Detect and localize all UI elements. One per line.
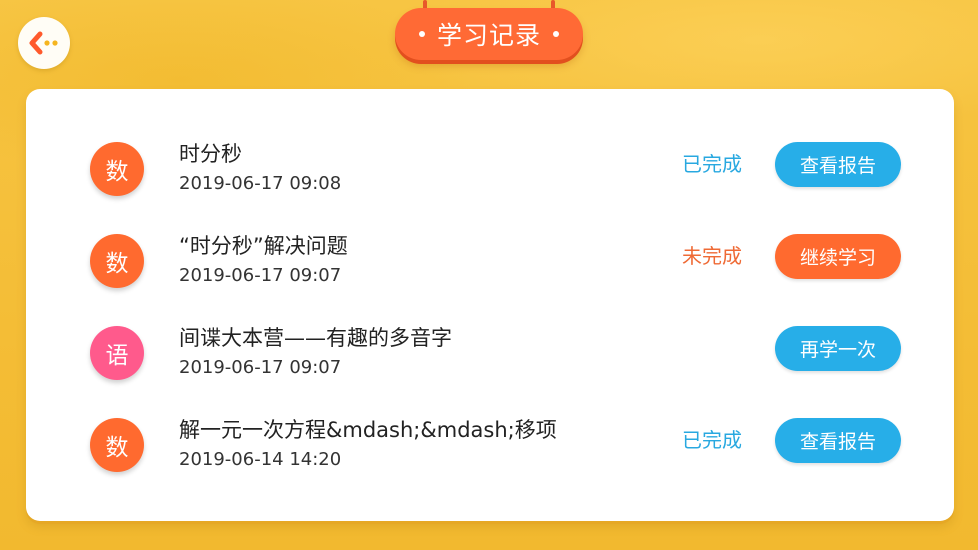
record-title: 解一元一次方程&mdash;&mdash;移项: [179, 418, 557, 442]
record-title: 时分秒: [179, 142, 242, 166]
status-completed: 已完成: [682, 428, 742, 452]
subject-badge-math: 数: [90, 418, 144, 472]
record-time: 2019-06-17 09:07: [179, 265, 342, 286]
view-report-button[interactable]: 查看报告: [775, 418, 901, 463]
record-time: 2019-06-17 09:07: [179, 357, 342, 378]
record-title: 间谍大本营——有趣的多音字: [179, 326, 452, 350]
continue-learning-button[interactable]: 继续学习: [775, 234, 901, 279]
title-pill: 学习记录: [395, 8, 583, 60]
record-title: “时分秒”解决问题: [179, 234, 348, 258]
learn-again-button[interactable]: 再学一次: [775, 326, 901, 371]
record-time: 2019-06-17 09:08: [179, 173, 342, 194]
title-dot-left: [418, 31, 425, 37]
status-incomplete: 未完成: [682, 244, 742, 268]
subject-badge-math: 数: [90, 234, 144, 288]
back-button[interactable]: [18, 17, 70, 69]
title-banner: 学习记录: [395, 0, 583, 64]
view-report-button[interactable]: 查看报告: [775, 142, 901, 187]
title-dot-right: [553, 31, 559, 37]
record-row: 数 解一元一次方程&mdash;&mdash;移项 2019-06-14 14:…: [26, 394, 954, 486]
records-card: 数 时分秒 2019-06-17 09:08 已完成 查看报告 数 “时分秒”解…: [26, 89, 954, 521]
status-completed: 已完成: [682, 152, 742, 176]
record-row: 数 “时分秒”解决问题 2019-06-17 09:07 未完成 继续学习: [26, 210, 954, 302]
record-row: 数 时分秒 2019-06-17 09:08 已完成 查看报告: [26, 118, 954, 210]
page-title: 学习记录: [436, 21, 541, 50]
subject-badge-chinese: 语: [90, 326, 144, 380]
record-time: 2019-06-14 14:20: [179, 449, 342, 470]
record-row: 语 间谍大本营——有趣的多音字 2019-06-17 09:07 再学一次: [26, 302, 954, 394]
back-arrow-icon: [29, 31, 58, 55]
subject-badge-math: 数: [90, 142, 144, 196]
